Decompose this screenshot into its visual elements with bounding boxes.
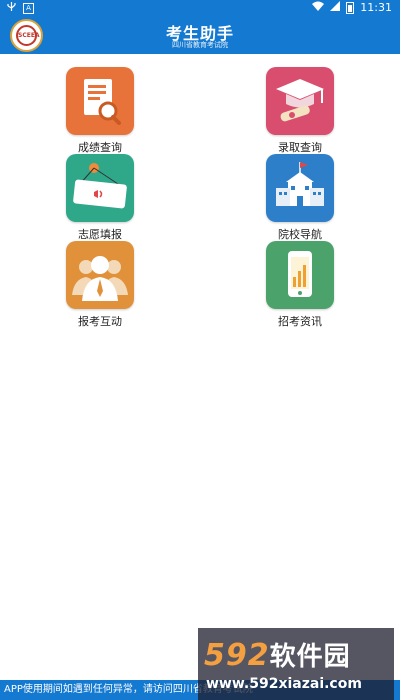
tile-exam-interaction[interactable]: 报考互动 [60, 241, 140, 329]
page-subtitle: 四川省教育考试院 [172, 41, 228, 49]
tile-admission-news[interactable]: 招考资讯 [260, 241, 340, 329]
a-box-icon: A [23, 2, 34, 14]
tile-label: 志愿填报 [78, 228, 122, 241]
app-header: SCEEA 考生助手 四川省教育考试院 [0, 16, 400, 54]
score-search-icon [66, 67, 134, 135]
admission-cap-icon [266, 67, 334, 135]
watermark-number: 592 [204, 638, 270, 673]
clock-time: 11:31 [360, 1, 392, 14]
signal-icon [330, 1, 341, 14]
wifi-icon [312, 1, 325, 14]
phone-chart-icon [266, 241, 334, 309]
tile-college-navigation[interactable]: 院校导航 [260, 154, 340, 242]
tile-label: 报考互动 [78, 315, 122, 328]
tile-label: 院校导航 [278, 228, 322, 241]
usb-icon [6, 1, 17, 15]
tile-label: 招考资讯 [278, 315, 322, 328]
watermark: 592软件园 www.592xiazai.com [198, 628, 394, 700]
watermark-text: 软件园 [269, 642, 351, 672]
school-building-icon [266, 154, 334, 222]
tile-application-fill[interactable]: 志愿填报 [60, 154, 140, 242]
status-bar: A 11:31 [0, 0, 400, 16]
people-icon [66, 241, 134, 309]
battery-icon [346, 1, 355, 14]
sign-board-icon [66, 154, 134, 222]
tile-score-query[interactable]: 成绩查询 [60, 67, 140, 155]
tile-label: 成绩查询 [78, 141, 122, 154]
watermark-brand: 592软件园 [204, 636, 351, 673]
tile-admission-query[interactable]: 录取查询 [260, 67, 340, 155]
tile-label: 录取查询 [278, 141, 322, 154]
watermark-url: www.592xiazai.com [206, 676, 362, 692]
